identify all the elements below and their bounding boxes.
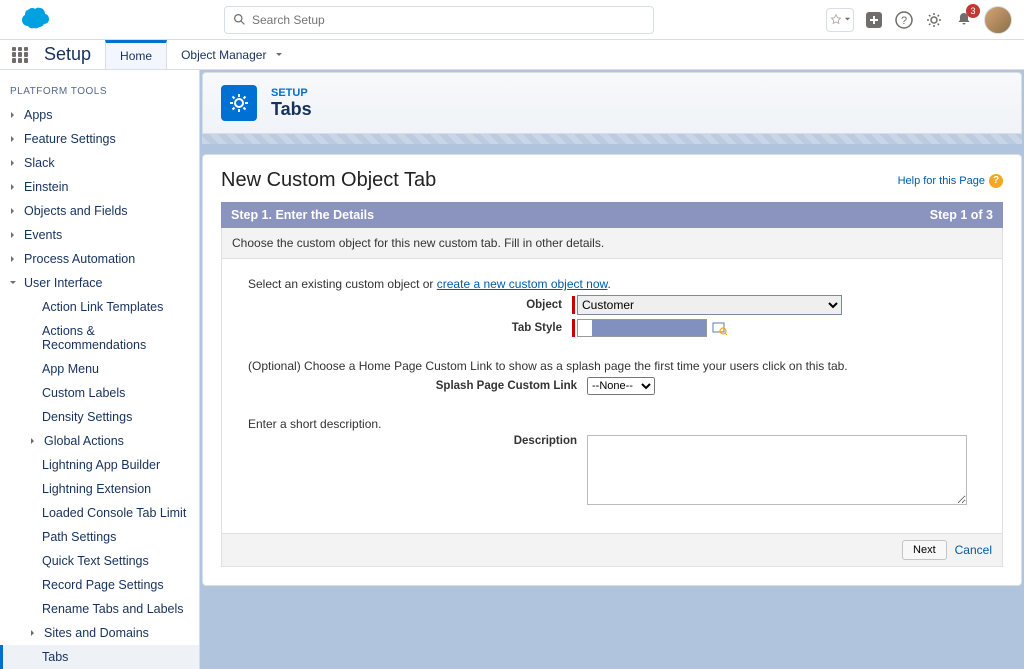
desc-hint: Enter a short description.	[248, 417, 992, 431]
lookup-icon	[712, 320, 728, 336]
sidebar-item-global-actions[interactable]: Global Actions	[0, 429, 199, 453]
chevron-right-icon	[8, 182, 18, 192]
chevron-right-icon	[8, 158, 18, 168]
chevron-down-icon	[274, 50, 284, 60]
step-indicator: Step 1 of 3	[930, 208, 993, 222]
sidebar-item[interactable]: Apps	[0, 103, 199, 127]
label-splash: Splash Page Custom Link	[232, 380, 587, 392]
splash-select[interactable]: --None--	[587, 377, 655, 395]
page-eyebrow: SETUP	[271, 87, 312, 99]
required-indicator	[572, 296, 575, 314]
question-icon: ?	[895, 11, 913, 29]
sidebar-item[interactable]: Density Settings	[0, 405, 199, 429]
label-tab-style: Tab Style	[232, 322, 572, 334]
sidebar-item[interactable]: Actions & Recommendations	[0, 319, 199, 357]
sidebar-section-header: PLATFORM TOOLS	[0, 76, 199, 103]
sidebar-item-tabs[interactable]: Tabs	[0, 645, 199, 669]
create-custom-object-link[interactable]: create a new custom object now	[437, 277, 608, 291]
global-search[interactable]	[224, 6, 654, 34]
app-name: Setup	[44, 44, 91, 65]
sidebar-item[interactable]: Custom Labels	[0, 381, 199, 405]
tab-style-lookup-button[interactable]	[711, 319, 729, 337]
sidebar-item[interactable]: Events	[0, 223, 199, 247]
search-input[interactable]	[252, 13, 645, 27]
chevron-right-icon	[28, 436, 38, 446]
content-body: New Custom Object Tab Help for this Page…	[202, 154, 1022, 586]
plus-icon	[865, 11, 883, 29]
help-for-page-link[interactable]: Help for this Page ?	[898, 174, 1003, 188]
page-header: SETUP Tabs	[202, 72, 1022, 134]
svg-text:?: ?	[901, 15, 907, 27]
search-icon	[233, 13, 246, 26]
sidebar-item[interactable]: Record Page Settings	[0, 573, 199, 597]
user-avatar[interactable]	[984, 6, 1012, 34]
gear-icon	[228, 92, 250, 114]
chevron-right-icon	[8, 134, 18, 144]
star-icon	[830, 14, 842, 26]
global-actions-button[interactable]	[864, 10, 884, 30]
sidebar-item[interactable]: Action Link Templates	[0, 295, 199, 319]
object-hint-text: Select an existing custom object or	[248, 277, 437, 291]
sidebar-item[interactable]: Path Settings	[0, 525, 199, 549]
tab-style-input[interactable]	[577, 319, 707, 337]
salesforce-logo[interactable]	[12, 4, 52, 35]
chevron-right-icon	[28, 628, 38, 638]
button-bar: Next Cancel	[221, 534, 1003, 567]
step-bar: Step 1. Enter the Details Step 1 of 3	[221, 202, 1003, 228]
sidebar-item[interactable]: Lightning Extension	[0, 477, 199, 501]
chevron-right-icon	[8, 110, 18, 120]
cancel-link[interactable]: Cancel	[955, 543, 992, 557]
description-textarea[interactable]	[587, 435, 967, 505]
sidebar-item[interactable]: Quick Text Settings	[0, 549, 199, 573]
required-indicator	[572, 319, 575, 337]
chevron-right-icon	[8, 230, 18, 240]
content-area: SETUP Tabs New Custom Object Tab Help fo…	[200, 70, 1024, 669]
help-button[interactable]: ?	[894, 10, 914, 30]
object-select[interactable]: Customer	[577, 295, 842, 315]
app-launcher[interactable]	[0, 40, 40, 69]
sidebar-item[interactable]: Einstein	[0, 175, 199, 199]
form-area: Select an existing custom object or crea…	[221, 259, 1003, 534]
notifications-button[interactable]: 3	[954, 10, 974, 30]
chevron-down-icon	[844, 16, 851, 23]
sidebar-item[interactable]: Rename Tabs and Labels	[0, 597, 199, 621]
page-header-icon	[221, 85, 257, 121]
nav-tab-home[interactable]: Home	[105, 40, 167, 69]
global-header: ? 3	[0, 0, 1024, 40]
sidebar-item[interactable]: App Menu	[0, 357, 199, 381]
sidebar-item[interactable]: Objects and Fields	[0, 199, 199, 223]
splash-hint: (Optional) Choose a Home Page Custom Lin…	[248, 359, 992, 373]
setup-gear-button[interactable]	[924, 10, 944, 30]
sidebar-item[interactable]: Feature Settings	[0, 127, 199, 151]
decorative-band	[202, 134, 1022, 144]
form-title: New Custom Object Tab	[221, 169, 436, 192]
step-title: Step 1. Enter the Details	[231, 208, 374, 222]
nav-tab-object-manager[interactable]: Object Manager	[167, 40, 298, 69]
step-instruction: Choose the custom object for this new cu…	[221, 228, 1003, 259]
sidebar-item[interactable]: Loaded Console Tab Limit	[0, 501, 199, 525]
next-button[interactable]: Next	[902, 540, 947, 560]
label-description: Description	[232, 435, 587, 447]
sidebar-item[interactable]: Lightning App Builder	[0, 453, 199, 477]
help-icon: ?	[989, 174, 1003, 188]
chevron-right-icon	[8, 206, 18, 216]
sidebar-item-sites-domains[interactable]: Sites and Domains	[0, 621, 199, 645]
waffle-icon	[12, 47, 28, 63]
chevron-right-icon	[8, 254, 18, 264]
sidebar-item[interactable]: Process Automation	[0, 247, 199, 271]
chevron-down-icon	[8, 278, 18, 288]
notification-badge: 3	[966, 4, 980, 18]
favorites-button[interactable]	[826, 8, 854, 32]
page-title: Tabs	[271, 99, 312, 120]
gear-icon	[925, 11, 943, 29]
context-nav: Setup Home Object Manager	[0, 40, 1024, 70]
sidebar-item-user-interface[interactable]: User Interface	[0, 271, 199, 295]
label-object: Object	[232, 299, 572, 311]
sidebar-item[interactable]: Slack	[0, 151, 199, 175]
setup-tree: PLATFORM TOOLS AppsFeature SettingsSlack…	[0, 70, 200, 669]
